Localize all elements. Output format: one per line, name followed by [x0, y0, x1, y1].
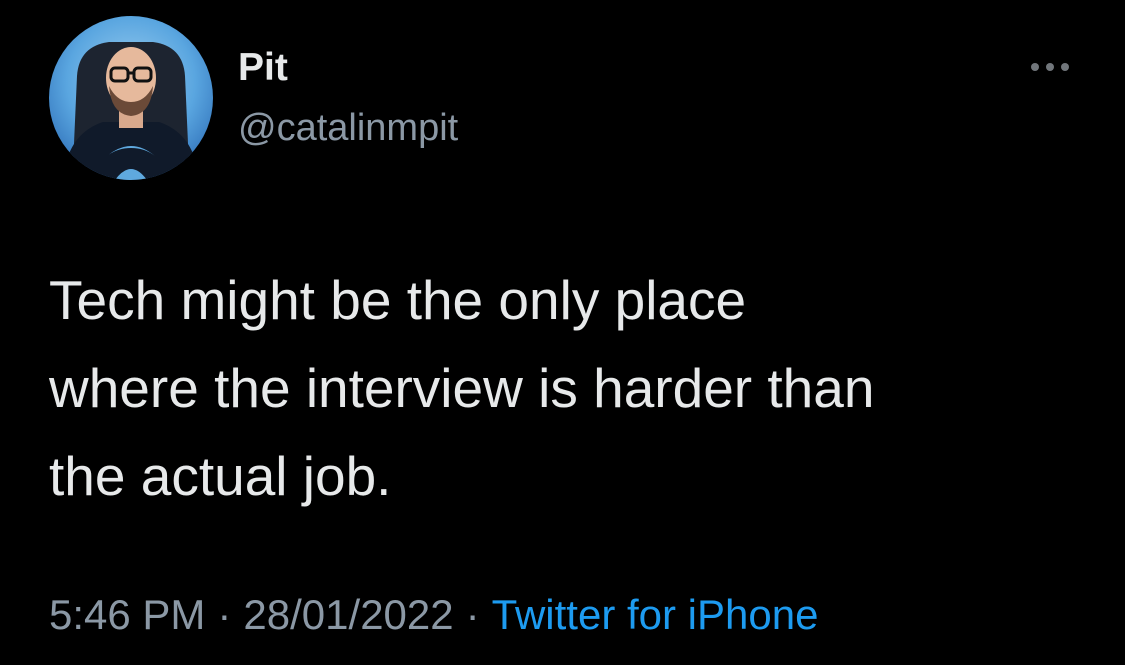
tweet-meta: 5:46 PM · 28/01/2022 · Twitter for iPhone — [49, 590, 818, 640]
user-handle[interactable]: @catalinmpit — [238, 106, 458, 150]
tweet: Pit @catalinmpit Tech might be the only … — [0, 0, 1125, 665]
tweet-source-link[interactable]: Twitter for iPhone — [492, 591, 819, 638]
profile-photo-icon — [49, 16, 213, 180]
more-horizontal-icon-dot — [1046, 63, 1054, 71]
meta-separator: · — [465, 591, 480, 638]
meta-separator: · — [217, 591, 232, 638]
more-options-button[interactable] — [1022, 52, 1078, 82]
display-name[interactable]: Pit — [238, 46, 288, 90]
tweet-time[interactable]: 5:46 PM — [49, 591, 205, 638]
more-horizontal-icon — [1031, 63, 1039, 71]
more-horizontal-icon-dot — [1061, 63, 1069, 71]
tweet-date[interactable]: 28/01/2022 — [243, 591, 453, 638]
tweet-text: Tech might be the only place where the i… — [49, 269, 875, 507]
avatar[interactable] — [49, 16, 213, 180]
